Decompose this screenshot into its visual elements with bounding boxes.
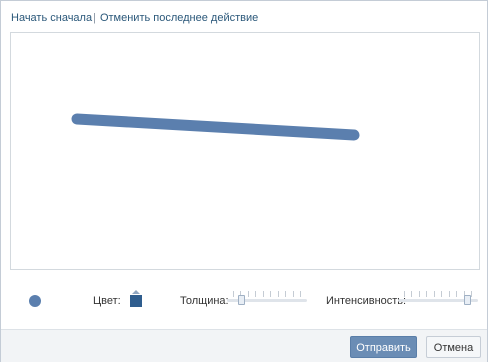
thickness-slider[interactable] <box>227 289 307 309</box>
color-picker-arrow-icon <box>132 290 140 294</box>
cancel-button[interactable]: Отмена <box>426 336 481 358</box>
drawn-stroke <box>71 113 360 141</box>
drawing-toolbar: Начать сначала | Отменить последнее дейс… <box>11 11 258 25</box>
brush-controls: Цвет: Толщина: Интенсивность: <box>1 271 487 328</box>
thickness-label: Толщина: <box>180 295 229 307</box>
canvas-surface <box>71 113 360 141</box>
color-picker[interactable] <box>130 290 143 308</box>
dialog-footer: Отправить Отмена <box>1 329 487 362</box>
drawing-dialog: Начать сначала | Отменить последнее дейс… <box>0 0 488 362</box>
color-label: Цвет: <box>93 295 121 307</box>
send-button[interactable]: Отправить <box>350 336 417 358</box>
intensity-slider-handle[interactable] <box>464 295 471 305</box>
drawing-canvas[interactable] <box>10 32 480 270</box>
selected-color-swatch <box>130 295 142 307</box>
start-over-link[interactable]: Начать сначала <box>11 12 92 24</box>
toolbar-separator: | <box>93 12 96 24</box>
intensity-slider[interactable] <box>398 289 478 309</box>
brush-preview-icon <box>29 295 41 307</box>
undo-link[interactable]: Отменить последнее действие <box>100 12 258 24</box>
thickness-slider-handle[interactable] <box>238 295 245 305</box>
intensity-label: Интенсивность: <box>326 295 407 307</box>
